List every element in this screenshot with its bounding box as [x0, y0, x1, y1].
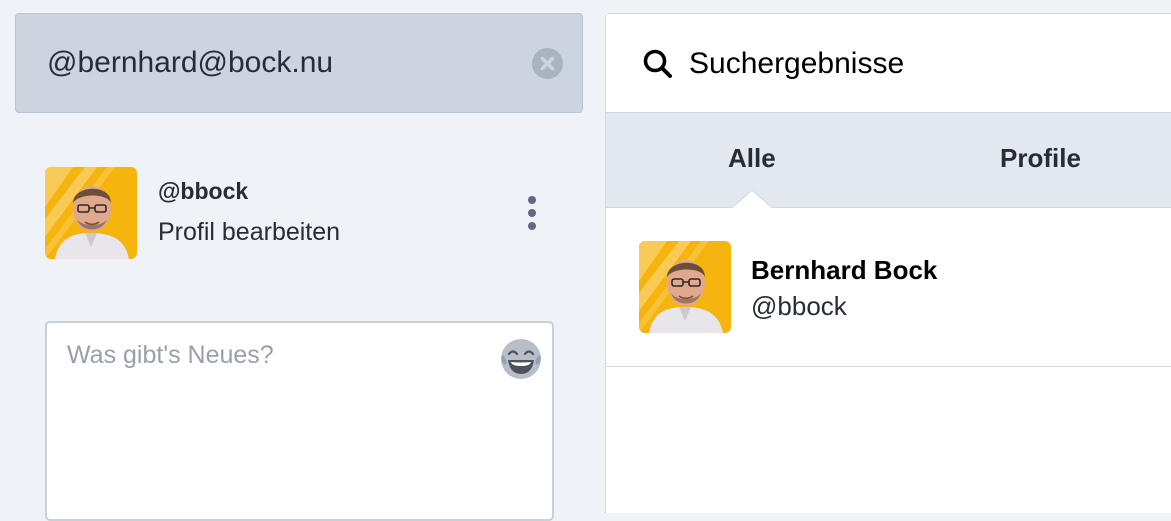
result-display-name[interactable]: Bernhard Bock: [751, 255, 937, 286]
result-handle: @bbock: [751, 291, 847, 321]
clear-search-icon[interactable]: [532, 48, 563, 79]
result-avatar[interactable]: [639, 241, 731, 333]
search-box: [15, 13, 583, 113]
kebab-menu-icon[interactable]: [524, 196, 540, 230]
search-input[interactable]: [47, 43, 517, 83]
compose-textarea[interactable]: [67, 341, 487, 491]
results-header: Suchergebnisse: [606, 14, 1171, 112]
account-avatar[interactable]: [45, 167, 137, 259]
active-tab-indicator: [732, 189, 772, 208]
search-icon: [642, 48, 674, 80]
search-results-panel: Suchergebnisse Alle Profile Bernhard Boc…: [605, 13, 1171, 513]
tab-profiles[interactable]: Profile: [1000, 143, 1081, 174]
results-tabs: Alle Profile: [606, 112, 1171, 208]
account-result[interactable]: Bernhard Bock @bbock: [606, 208, 1171, 367]
results-title: Suchergebnisse: [689, 47, 905, 80]
laughing-emoji-icon[interactable]: [499, 337, 543, 381]
tab-all[interactable]: Alle: [728, 143, 776, 174]
edit-profile-link[interactable]: Profil bearbeiten: [158, 218, 340, 247]
compose-form: [45, 321, 554, 521]
account-handle[interactable]: @bbock: [158, 178, 248, 205]
